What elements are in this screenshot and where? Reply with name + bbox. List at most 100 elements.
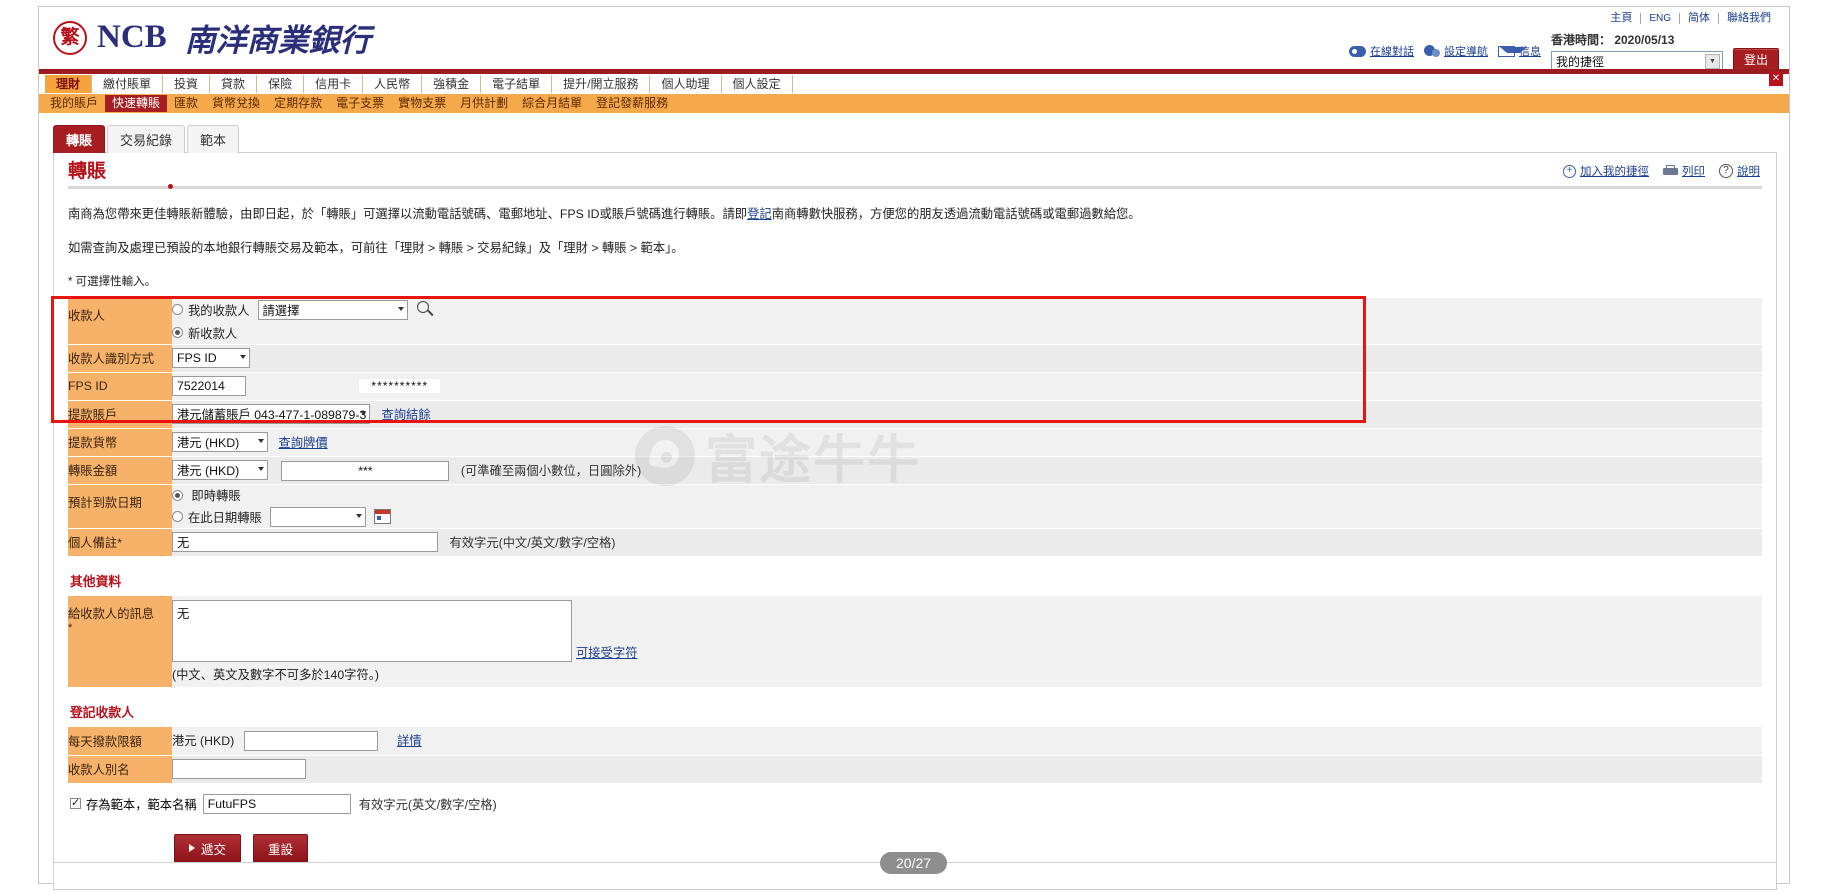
personal-remark-value-cell: 有效字元(中文/英文/數字/空格) <box>172 528 1762 557</box>
description-paragraph-1: 南商為您帶來更佳轉賬新體驗，由即日起，於「轉賬」可選擇以流動電話號碼、電郵地址、… <box>68 205 1762 224</box>
add-to-shortcut-link[interactable]: + 加入我的捷徑 <box>1563 163 1649 179</box>
form-row-daily-limit: 每天撥款限額 港元 (HKD) 詳情 <box>68 727 1762 756</box>
debit-currency-value-cell: 港元 (HKD) 查詢牌價 <box>172 428 1762 457</box>
payee-alias-value-cell <box>172 755 1762 784</box>
daily-limit-label: 每天撥款限額 <box>68 727 172 756</box>
logo-text-en: NCB <box>97 19 167 55</box>
tab-bar: 轉賬 交易紀錄 範本 <box>53 125 1789 153</box>
desc1-part-b: 南商轉數快服務，方便您的朋友透過流動電話號碼或電郵過數給您。 <box>771 207 1141 221</box>
subnav-item-physical-cheque[interactable]: 實物支票 <box>391 95 453 112</box>
daily-limit-details-link[interactable]: 詳情 <box>397 734 422 748</box>
tab-transaction-record[interactable]: 交易紀錄 <box>107 125 186 153</box>
hk-time-label: 香港時間： 2020/05/13 <box>1550 33 1675 47</box>
nav-item-credit-card[interactable]: 信用卡 <box>304 75 364 93</box>
radio-my-payee[interactable] <box>172 304 183 316</box>
subnav-item-monthly-plan[interactable]: 月供計劃 <box>453 95 515 112</box>
subnav-item-time-deposit[interactable]: 定期存款 <box>267 95 329 112</box>
payee-alias-label: 收款人別名 <box>68 755 172 784</box>
submit-button[interactable]: 遞交 <box>174 833 242 863</box>
radio-future-date[interactable] <box>172 511 183 522</box>
live-chat-link[interactable]: 在線對話 <box>1348 43 1414 59</box>
register-link[interactable]: 登記 <box>747 207 772 221</box>
radio-instant-transfer[interactable] <box>172 489 183 501</box>
top-link-home[interactable]: 主頁 <box>1602 13 1640 24</box>
page-description: 南商為您帶來更佳轉賬新體驗，由即日起，於「轉賬」可選擇以流動電話號碼、電郵地址、… <box>68 205 1762 292</box>
my-shortcut-select[interactable]: 我的捷徑 ▼ <box>1550 51 1723 71</box>
template-name-input[interactable] <box>202 793 351 814</box>
tab-template[interactable]: 範本 <box>187 125 240 153</box>
personal-remark-input[interactable] <box>172 532 438 552</box>
nav-item-mpf[interactable]: 強積金 <box>422 75 482 93</box>
daily-limit-input[interactable] <box>243 730 378 751</box>
other-info-heading: 其他資料 <box>70 573 122 589</box>
calendar-icon[interactable] <box>373 509 391 524</box>
settings-nav-link[interactable]: 設定導航 <box>1423 43 1488 59</box>
help-label[interactable]: 說明 <box>1737 163 1760 179</box>
subnav-item-currency-exchange[interactable]: 貨幣兌換 <box>205 95 267 112</box>
settings-nav-label[interactable]: 設定導航 <box>1444 43 1488 59</box>
radio-new-payee[interactable] <box>172 327 183 339</box>
subnav-item-quick-transfer[interactable]: 快速轉賬 <box>105 95 168 112</box>
question-icon: ? <box>1719 164 1733 178</box>
logout-button[interactable]: 登出 <box>1732 48 1779 71</box>
subnav-item-payroll-registration[interactable]: 登記發薪服務 <box>589 95 675 112</box>
check-rate-link[interactable]: 查詢牌價 <box>278 436 327 450</box>
help-link[interactable]: ? 說明 <box>1719 163 1760 179</box>
print-link[interactable]: 列印 <box>1663 163 1705 179</box>
nav-item-loan[interactable]: 貸款 <box>210 75 258 93</box>
top-link-english[interactable]: ENG <box>1640 13 1679 24</box>
add-to-shortcut-label[interactable]: 加入我的捷徑 <box>1580 163 1649 179</box>
message-textarea[interactable]: 无 <box>172 599 572 662</box>
amount-input[interactable] <box>281 460 450 481</box>
check-balance-link[interactable]: 查詢結餘 <box>381 408 430 422</box>
subnav-item-echeque[interactable]: 電子支票 <box>329 95 391 112</box>
nav-item-bill-payment[interactable]: 繳付賬單 <box>92 75 164 93</box>
top-link-contact-us[interactable]: 聯絡我們 <box>1718 13 1779 24</box>
chat-icon <box>1348 45 1366 57</box>
nav-item-rmb[interactable]: 人民幣 <box>363 75 423 93</box>
subnav-item-remittance[interactable]: 匯款 <box>167 95 205 112</box>
main-nav: 理財 繳付賬單 投資 貸款 保險 信用卡 人民幣 強積金 電子結單 提升/開立服… <box>39 74 1789 94</box>
reset-button[interactable]: 重設 <box>253 833 309 863</box>
subnav-item-my-accounts[interactable]: 我的賬戶 <box>43 95 105 112</box>
nav-item-upgrade-open-service[interactable]: 提升/開立服務 <box>552 75 651 93</box>
debit-currency-select[interactable]: 港元 (HKD) <box>172 432 268 452</box>
play-triangle-icon <box>189 844 195 852</box>
top-link-simplified[interactable]: 简体 <box>1679 13 1718 24</box>
amount-currency-select[interactable]: 港元 (HKD) <box>172 459 268 480</box>
message-value-cell: 无 可接受字符 (中文、英文及數字不可多於140字符。) <box>172 595 1762 688</box>
form-row-message: 給收款人的訊息 * 无 可接受字符 (中文、英文及數字不可多於140字符。) <box>68 595 1762 688</box>
payee-id-type-select[interactable]: FPS ID <box>172 348 250 368</box>
nav-item-personal-settings[interactable]: 個人設定 <box>722 75 793 93</box>
save-template-checkbox[interactable] <box>70 796 81 809</box>
nav-item-estatement[interactable]: 電子結單 <box>481 75 553 93</box>
nav-item-investment[interactable]: 投資 <box>163 75 211 93</box>
screenshot-root: 繁 NCB 南洋商業銀行 主頁 ENG 简体 聯絡我們 在線對話 設定導航 信息… <box>0 0 1824 891</box>
page-action-links: + 加入我的捷徑 列印 ? 說明 <box>1563 163 1760 179</box>
nav-item-insurance[interactable]: 保險 <box>257 75 305 93</box>
close-icon[interactable]: ✕ <box>1769 72 1783 86</box>
browser-window: 繁 NCB 南洋商業銀行 主頁 ENG 简体 聯絡我們 在線對話 設定導航 信息… <box>38 6 1790 890</box>
messages-link[interactable]: 信息 <box>1497 43 1541 59</box>
payee-label: 收款人 <box>68 298 172 345</box>
print-label[interactable]: 列印 <box>1682 163 1705 179</box>
page-indicator-badge: 20/27 <box>880 852 948 874</box>
fps-id-input[interactable] <box>172 376 246 396</box>
debit-account-select[interactable]: 港元儲蓄賬戶 043-477-1-089879-3 <box>172 404 370 424</box>
my-payee-select-value: 請選擇 <box>262 303 300 318</box>
payee-alias-input[interactable] <box>172 759 306 779</box>
fps-id-masked-text: ********** <box>359 379 441 393</box>
subnav-item-consolidated-statement[interactable]: 綜合月結單 <box>515 95 589 112</box>
tab-transfer[interactable]: 轉賬 <box>53 125 106 153</box>
acceptable-characters-link[interactable]: 可接受字符 <box>576 643 638 661</box>
value-date-now-row: 即時轉賬 <box>172 486 1762 504</box>
nav-item-personal-assistant[interactable]: 個人助理 <box>650 75 722 93</box>
nav-item-wealth[interactable]: 理財 <box>45 75 93 93</box>
radio-new-payee-label: 新收款人 <box>188 326 238 341</box>
message-label-mark: * <box>68 621 73 634</box>
form-row-personal-remark: 個人備註* 有效字元(中文/英文/數字/空格) <box>68 528 1762 557</box>
my-payee-select[interactable]: 請選擇 <box>257 299 408 320</box>
search-icon[interactable] <box>416 301 434 318</box>
transfer-date-select[interactable] <box>269 506 366 527</box>
live-chat-label[interactable]: 在線對話 <box>1370 43 1414 59</box>
